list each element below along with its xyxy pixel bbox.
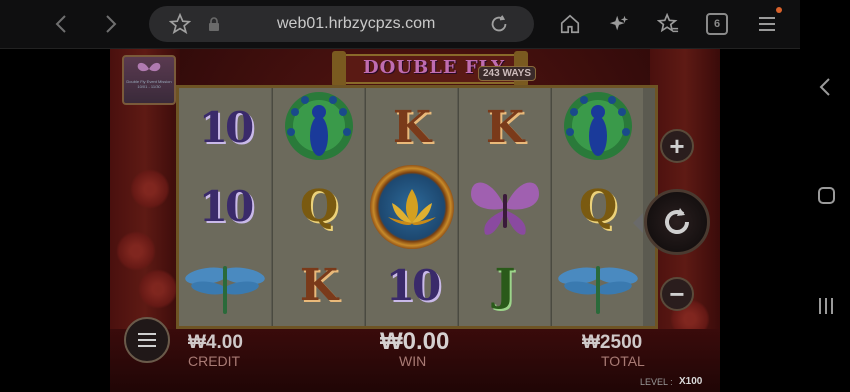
win-label: WIN: [399, 353, 427, 369]
peacock-icon: [285, 91, 353, 160]
symbol-dragonfly: [552, 246, 644, 325]
spin-button[interactable]: [644, 189, 710, 255]
url-text[interactable]: web01.hrbzycpzs.com: [277, 15, 435, 33]
credit-label: CREDIT: [188, 353, 241, 369]
sparkle-icon: [609, 15, 629, 31]
notification-dot: [776, 7, 782, 13]
symbol-10: 10: [385, 261, 441, 310]
menu-line: [138, 333, 156, 335]
level-value: X100: [679, 376, 703, 387]
total-label: TOTAL: [601, 353, 645, 369]
level-label: LEVEL :: [640, 377, 673, 387]
peacock-icon: [564, 91, 632, 160]
symbol-q: Q: [299, 181, 339, 232]
reel-3: K 10: [365, 88, 457, 326]
spin-arrow-decor: [633, 213, 643, 233]
decor-flower: [116, 231, 156, 271]
reel-2: Q K: [272, 88, 364, 326]
credit-value: ₩4.00: [188, 332, 243, 353]
symbol-10: 10: [198, 103, 254, 152]
hamburger-menu-icon: [759, 17, 775, 31]
symbol-j: J: [494, 260, 516, 311]
dragonfly-icon: [558, 265, 638, 314]
chevron-right-icon: [106, 15, 117, 33]
symbol-k: K: [392, 102, 432, 153]
address-bar[interactable]: web01.hrbzycpzs.com: [149, 6, 534, 42]
chevron-left-icon: [55, 15, 66, 33]
game-menu-button[interactable]: [124, 317, 170, 363]
menu-button[interactable]: [752, 9, 782, 39]
lotus-disc: [370, 164, 454, 249]
symbol-k: K: [485, 102, 525, 153]
star-outline-icon[interactable]: [169, 13, 191, 35]
star-list-icon: [657, 13, 679, 33]
decor-flower: [130, 169, 170, 209]
decor-flower: [138, 269, 178, 309]
symbol-dragonfly: [179, 246, 271, 325]
dragonfly-icon: [185, 265, 265, 314]
menu-line: [138, 345, 156, 347]
system-back-icon[interactable]: [818, 76, 832, 98]
symbol-butterfly: [459, 167, 551, 246]
lotus-icon: [388, 188, 436, 225]
reel-4: K J: [458, 88, 550, 326]
symbol-q: Q: [578, 181, 618, 232]
symbol-10: 10: [198, 182, 254, 231]
forward-button[interactable]: [96, 9, 126, 39]
reload-icon[interactable]: [488, 13, 510, 35]
win-value: ₩0.00: [380, 328, 450, 355]
reel-grid: 10 10 Q K K 10 K J Q: [176, 85, 658, 329]
slot-game: DOUBLE FLY 243 WAYS Double Fly Event Mis…: [110, 49, 720, 392]
butterfly-icon: [137, 62, 161, 72]
minus-icon: −: [669, 279, 685, 309]
tab-count: 6: [713, 18, 721, 30]
browser-toolbar: web01.hrbzycpzs.com 6: [0, 0, 800, 48]
spin-icon: [665, 208, 689, 234]
symbol-peacock: [552, 88, 644, 167]
system-recent-apps-icon[interactable]: [818, 297, 834, 315]
system-home-icon[interactable]: [818, 187, 835, 204]
reel-1: 10 10: [179, 88, 271, 326]
back-button[interactable]: [46, 9, 76, 39]
lock-icon: [209, 17, 219, 31]
promo-text: Double Fly Event Mission 10/01 - 11/30: [126, 79, 172, 89]
symbol-lotus: [366, 164, 458, 249]
symbol-peacock: [273, 88, 365, 167]
bet-increase-button[interactable]: +: [660, 129, 694, 163]
bet-decrease-button[interactable]: −: [660, 277, 694, 311]
tabs-button[interactable]: 6: [706, 13, 728, 35]
home-icon: [560, 14, 580, 34]
sparkle-button[interactable]: [604, 9, 634, 39]
plus-icon: +: [669, 131, 685, 161]
home-button[interactable]: [555, 9, 585, 39]
favorites-button[interactable]: [653, 9, 683, 39]
symbol-k: K: [299, 260, 339, 311]
reel-5: Q: [551, 88, 643, 326]
menu-line: [138, 339, 156, 341]
total-value: ₩2500: [582, 332, 643, 353]
ways-badge: 243 WAYS: [478, 66, 536, 81]
butterfly-icon: [471, 181, 539, 235]
